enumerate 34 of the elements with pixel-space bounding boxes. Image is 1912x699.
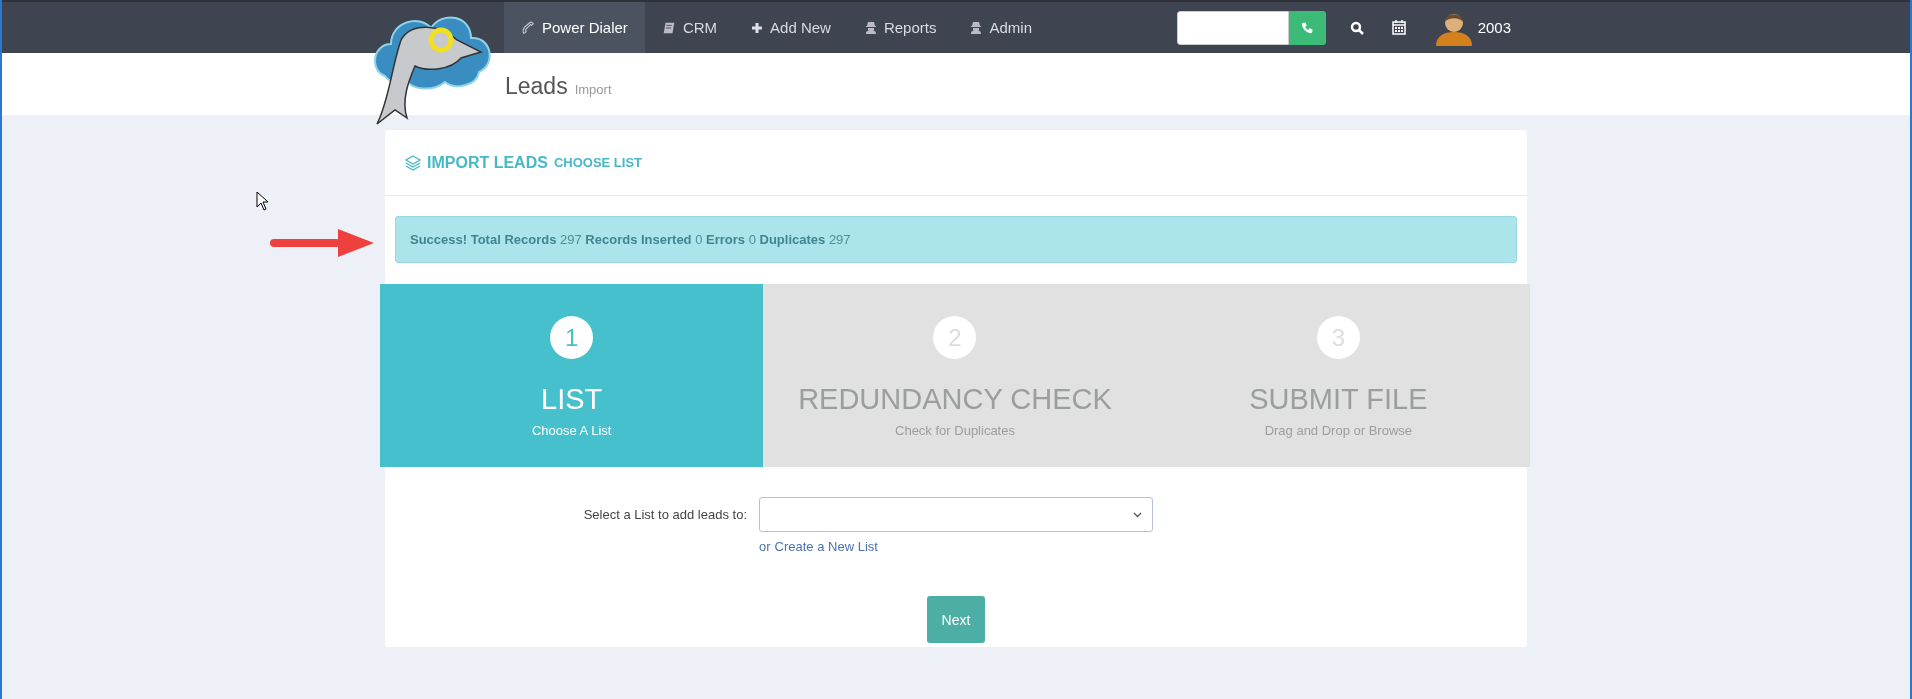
cursor-icon (256, 191, 270, 211)
step-title: LIST (541, 383, 603, 416)
phone-icon (521, 20, 535, 35)
card-subtitle: CHOOSE LIST (553, 155, 642, 170)
layers-icon (405, 154, 421, 171)
step-subtitle: Drag and Drop or Browse (1264, 423, 1413, 438)
step-subtitle: Check for Duplicates (895, 423, 1015, 438)
step-subtitle: Choose A List (531, 423, 612, 438)
page-title: Leads (505, 73, 568, 100)
call-button[interactable] (1288, 10, 1326, 45)
person-icon (864, 20, 877, 35)
step-number: 1 (550, 316, 594, 359)
nav-link[interactable]: Add New (734, 2, 848, 53)
nav-link[interactable]: Reports (847, 2, 954, 53)
search-icon[interactable] (1349, 20, 1364, 35)
book-icon (661, 20, 676, 35)
page-subtitle: Import (574, 82, 612, 97)
dial-input[interactable] (1176, 10, 1289, 45)
nav-link[interactable]: Admin (953, 2, 1049, 53)
calendar-icon[interactable] (1391, 20, 1406, 35)
nav-link[interactable]: CRM (644, 2, 735, 53)
list-label: Select a List to add leads to: (583, 507, 747, 522)
nav-link[interactable]: Power Dialer (504, 2, 645, 53)
step-title: REDUNDANCY CHECK (798, 383, 1112, 416)
chevron-down-icon (1133, 511, 1142, 518)
create-list-link[interactable]: Create a New List (774, 539, 878, 554)
plus-icon (751, 21, 764, 34)
step-title: SUBMIT FILE (1249, 383, 1428, 416)
phone-icon (1300, 21, 1314, 34)
person-icon (970, 20, 983, 35)
card-title: IMPORT LEADS (427, 153, 548, 172)
link-prefix: or (759, 539, 771, 554)
user-extension: 2003 (1477, 19, 1511, 36)
success-alert: Success! Total Records 297 Records Inserted 0 Errors 0 Duplicates 297 (395, 216, 1517, 263)
